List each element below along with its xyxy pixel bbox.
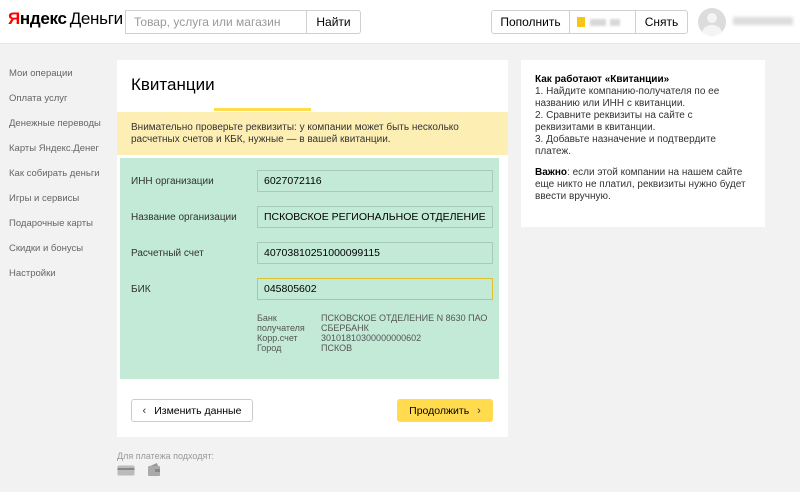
logo-brand: Яндекс: [8, 9, 67, 28]
account-input[interactable]: [257, 242, 493, 264]
help-step-1: 1. Найдите компанию-получателя по ее наз…: [535, 86, 720, 109]
help-title: Как работают «Квитанции»: [535, 74, 670, 85]
topup-button[interactable]: Пополнить: [491, 10, 570, 34]
payment-methods-note: Для платежа подходят:: [117, 451, 214, 461]
avatar[interactable]: [698, 8, 726, 36]
help-step-3: 3. Добавьте назначение и подтвердите пла…: [535, 134, 716, 157]
continue-button[interactable]: Продолжить ›: [397, 399, 493, 422]
bank-value: ПСКОВСКОЕ ОТДЕЛЕНИЕ N 8630 ПАО: [321, 313, 488, 323]
bank-key: Банк: [257, 313, 277, 323]
sidebar-item-gift-cards[interactable]: Подарочные карты: [9, 218, 119, 243]
continue-label: Продолжить: [409, 404, 470, 417]
chevron-left-icon: ‹: [142, 404, 147, 417]
logo-brand-rest: ндекс: [19, 9, 67, 28]
sidebar-item-operations[interactable]: Мои операции: [9, 68, 119, 93]
requisites-form: ИНН организации Название организации Рас…: [120, 158, 499, 379]
account-label: Расчетный счет: [131, 248, 204, 259]
city-value: ПСКОВ: [321, 343, 353, 353]
logo[interactable]: Яндекс Деньги: [8, 9, 123, 29]
wallet-coin-icon: [577, 17, 585, 27]
city-key: Город: [257, 343, 282, 353]
search-button[interactable]: Найти: [306, 10, 361, 34]
sidebar-item-transfers[interactable]: Денежные переводы: [9, 118, 119, 143]
bank-value-2: СБЕРБАНК: [321, 323, 369, 333]
logo-brand-initial: Я: [8, 9, 20, 28]
bank-key-2: получателя: [257, 323, 305, 333]
help-step-2: 2. Сравните реквизиты на сайте с реквизи…: [535, 110, 693, 133]
sidebar-item-settings[interactable]: Настройки: [9, 268, 119, 293]
chevron-right-icon: ›: [477, 404, 481, 417]
progress-indicator: [214, 108, 311, 111]
search-input[interactable]: [125, 10, 307, 34]
help-important-label: Важно: [535, 167, 568, 178]
corr-account-key: Корр.счет: [257, 333, 298, 343]
help-important-text: : если этой компании на нашем сайте еще …: [535, 167, 746, 202]
org-name-label: Название организации: [131, 212, 237, 223]
org-name-input[interactable]: [257, 206, 493, 228]
wallet-icon: [148, 463, 160, 476]
inn-label: ИНН организации: [131, 176, 214, 187]
bank-details: Банк ПСКОВСКОЕ ОТДЕЛЕНИЕ N 8630 ПАО полу…: [257, 313, 487, 353]
balance-blurred: [590, 19, 606, 26]
inn-input[interactable]: [257, 170, 493, 192]
sidebar-item-payments[interactable]: Оплата услуг: [9, 93, 119, 118]
sidebar: Мои операции Оплата услуг Денежные перев…: [9, 68, 119, 293]
logo-product: Деньги: [69, 9, 123, 28]
help-panel: Как работают «Квитанции» 1. Найдите комп…: [521, 60, 765, 227]
sidebar-item-discounts[interactable]: Скидки и бонусы: [9, 243, 119, 268]
warning-banner: Внимательно проверьте реквизиты: у компа…: [117, 112, 508, 155]
balance-blurred-2: [610, 19, 620, 26]
username-blurred[interactable]: [733, 17, 793, 25]
withdraw-button[interactable]: Снять: [635, 10, 688, 34]
sidebar-item-games[interactable]: Игры и сервисы: [9, 193, 119, 218]
help-important: Важно: если этой компании на нашем сайте…: [535, 167, 751, 203]
bik-label: БИК: [131, 284, 151, 295]
page-title: Квитанции: [131, 75, 215, 94]
sidebar-item-cards[interactable]: Карты Яндекс.Денег: [9, 143, 119, 168]
balance[interactable]: [570, 10, 636, 34]
receipt-card: Квитанции Внимательно проверьте реквизит…: [117, 60, 508, 437]
change-data-button[interactable]: ‹ Изменить данные: [131, 399, 253, 422]
bik-input[interactable]: [257, 278, 493, 300]
bank-card-icon: [117, 465, 135, 476]
header: ЯндексДеньги Найти Пополнить Снять: [0, 0, 800, 44]
sidebar-item-fundraising[interactable]: Как собирать деньги: [9, 168, 119, 193]
change-data-label: Изменить данные: [154, 404, 242, 417]
corr-account-value: 30101810300000000602: [321, 333, 422, 343]
